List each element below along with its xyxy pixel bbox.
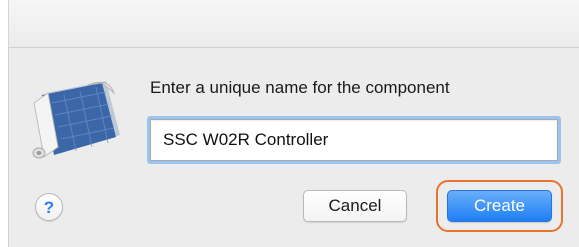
- blueprint-document-icon: [32, 81, 120, 159]
- create-button[interactable]: Create: [447, 190, 552, 222]
- cancel-button[interactable]: Cancel: [303, 190, 407, 222]
- app-window: Enter a unique name for the component ? …: [0, 0, 579, 247]
- dialog-prompt: Enter a unique name for the component: [150, 78, 450, 97]
- window-titlebar: [8, 0, 579, 48]
- help-button[interactable]: ?: [35, 193, 63, 221]
- component-name-input[interactable]: [150, 119, 558, 161]
- question-mark-icon: ?: [43, 197, 55, 217]
